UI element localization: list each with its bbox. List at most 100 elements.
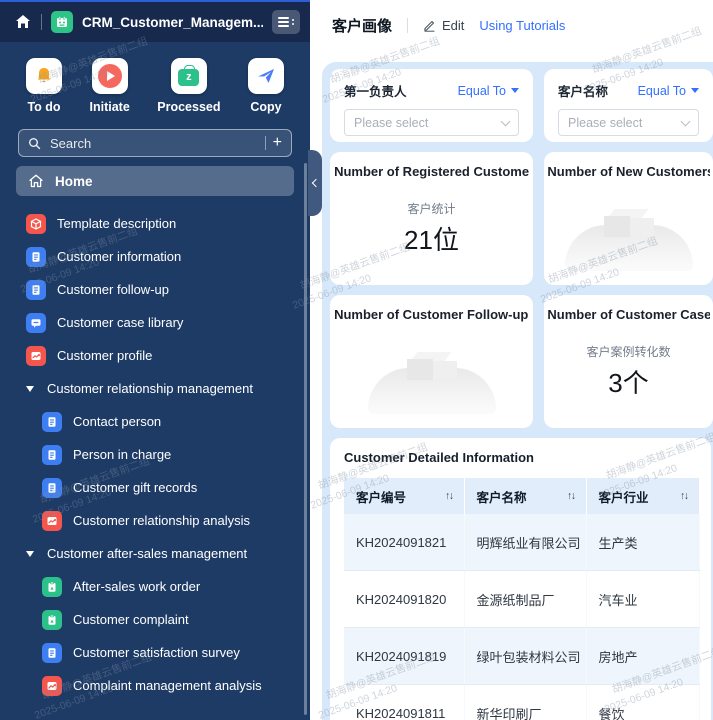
copy-button[interactable]: Copy (248, 58, 284, 114)
trend-chart-icon (26, 346, 46, 366)
cell-customer-industry[interactable]: 餐饮 (586, 685, 699, 720)
select-placeholder: Please select (354, 116, 428, 130)
cell-customer-no[interactable]: KH2024091819 (344, 628, 464, 685)
sidebar-item-customer-complaint[interactable]: Customer complaint (0, 603, 310, 636)
cell-customer-name[interactable]: 明辉纸业有限公司 (464, 514, 586, 571)
filter-card-person-in-charge: 第一负责人 Equal To Please select (330, 69, 533, 142)
stat-title: Number of Customer Follow-ups T (334, 307, 529, 322)
sidebar-item-label: Customer follow-up (57, 282, 169, 297)
sidebar-scrollbar[interactable] (304, 163, 307, 715)
cell-customer-no[interactable]: KH2024091811 (344, 685, 464, 720)
sidebar-item-customer-gift-records[interactable]: Customer gift records (0, 471, 310, 504)
filter-select[interactable]: Please select (558, 109, 699, 136)
processed-button[interactable]: z Processed (157, 58, 220, 114)
sidebar-item-contact-person[interactable]: Contact person (0, 405, 310, 438)
sidebar-item-label: Customer relationship analysis (73, 513, 250, 528)
stat-metric-value: 21位 (404, 220, 459, 257)
todo-button[interactable]: To do (26, 58, 62, 114)
filter-label: 第一负责人 (344, 81, 407, 100)
sidebar-item-customer-information[interactable]: Customer information (0, 240, 310, 273)
table-row[interactable]: KH2024091811 新华印刷厂 餐饮 (344, 685, 699, 720)
sidebar-search (18, 129, 292, 157)
cell-customer-name[interactable]: 金源纸制品厂 (464, 571, 586, 628)
main-content: 客户画像 Edit Using Tutorials 第一负责人 Equal To (310, 0, 713, 720)
app-title: CRM_Customer_Managem... (82, 15, 263, 30)
sidebar: CRM_Customer_Managem... To do Initiate (0, 0, 310, 720)
stat-title: Number of New Customers (547, 164, 709, 179)
document-icon (42, 412, 62, 432)
sidebar-item-customer-follow-up[interactable]: Customer follow-up (0, 273, 310, 306)
cell-customer-industry[interactable]: 房地产 (586, 628, 699, 685)
sort-icon[interactable]: ↑↓ (445, 490, 453, 502)
sidebar-item-customer-profile[interactable]: Customer profile (0, 339, 310, 372)
chevron-left-icon (312, 179, 320, 187)
sidebar-item-after-sales-work-order[interactable]: After-sales work order (0, 570, 310, 603)
sidebar-item-customer-relationship-analysis[interactable]: Customer relationship analysis (0, 504, 310, 537)
sidebar-item-label: Customer profile (57, 348, 152, 363)
sidebar-item-complaint-management-analysis[interactable]: Complaint management analysis (0, 669, 310, 702)
stat-card-new-customers: Number of New Customers (544, 152, 713, 285)
home-icon[interactable] (14, 13, 32, 31)
column-header-customer-no[interactable]: 客户编号↑↓ (344, 478, 464, 514)
hamburger-menu-button[interactable] (272, 10, 300, 34)
cell-customer-name[interactable]: 绿叶包装材料公司 (464, 628, 586, 685)
stat-row-2: Number of Customer Follow-ups T Number o… (330, 295, 713, 428)
cell-customer-no[interactable]: KH2024091821 (344, 514, 464, 571)
content-header: 客户画像 Edit Using Tutorials (310, 0, 713, 36)
cell-customer-no[interactable]: KH2024091820 (344, 571, 464, 628)
sidebar-item-label: Contact person (73, 414, 161, 429)
cell-customer-industry[interactable]: 生产类 (586, 514, 699, 571)
stat-title: Number of Registered Customers (334, 164, 529, 179)
sidebar-group-customer-relationship-management[interactable]: Customer relationship management (0, 372, 310, 405)
edit-button[interactable]: Edit (423, 18, 464, 33)
empty-state-illustration (368, 322, 496, 428)
using-tutorials-link[interactable]: Using Tutorials (479, 18, 565, 33)
initiate-label: Initiate (89, 100, 129, 114)
sort-icon[interactable]: ↑↓ (680, 490, 688, 502)
filter-row: 第一负责人 Equal To Please select 客户名称 (330, 69, 713, 142)
search-input[interactable] (48, 135, 258, 152)
trend-chart-icon (42, 511, 62, 531)
filter-operator-dropdown[interactable]: Equal To (458, 84, 519, 98)
column-header-customer-industry[interactable]: 客户行业↑↓ (586, 478, 699, 514)
bell-icon (26, 58, 62, 94)
sidebar-item-home[interactable]: Home (16, 166, 294, 196)
filter-select[interactable]: Please select (344, 109, 519, 136)
stat-title: Number of Customer Case (547, 307, 709, 322)
sidebar-item-template-description[interactable]: Template description (0, 207, 310, 240)
initiate-button[interactable]: Initiate (89, 58, 129, 114)
sort-icon[interactable]: ↑↓ (567, 490, 575, 502)
app-logo-icon (51, 11, 73, 33)
header-divider (407, 18, 408, 33)
sidebar-item-person-in-charge[interactable]: Person in charge (0, 438, 310, 471)
cell-customer-industry[interactable]: 汽车业 (586, 571, 699, 628)
chat-icon (26, 313, 46, 333)
triangle-down-icon (511, 88, 519, 93)
stat-row-1: Number of Registered Customers 客户统计 21位 … (330, 152, 713, 285)
sidebar-item-label: Complaint management analysis (73, 678, 262, 693)
sidebar-group-customer-after-sales-management[interactable]: Customer after-sales management (0, 537, 310, 570)
table-row[interactable]: KH2024091820 金源纸制品厂 汽车业 (344, 571, 699, 628)
add-button[interactable] (273, 135, 282, 151)
table-row[interactable]: KH2024091821 明辉纸业有限公司 生产类 (344, 514, 699, 571)
home-label: Home (55, 174, 93, 189)
column-header-customer-name[interactable]: 客户名称↑↓ (464, 478, 586, 514)
crm-app-window: CRM_Customer_Managem... To do Initiate (0, 0, 713, 720)
briefcase-icon: z (171, 58, 207, 94)
sidebar-item-label: Person in charge (73, 447, 171, 462)
cell-customer-name[interactable]: 新华印刷厂 (464, 685, 586, 720)
table-row[interactable]: KH2024091819 绿叶包装材料公司 房地产 (344, 628, 699, 685)
sidebar-group-label: Customer relationship management (47, 381, 253, 396)
filter-operator-dropdown[interactable]: Equal To (638, 84, 699, 98)
document-icon (42, 445, 62, 465)
stat-card-registered-customers: Number of Registered Customers 客户统计 21位 (330, 152, 533, 285)
sidebar-menu: Template description Customer informatio… (0, 207, 310, 702)
sidebar-item-customer-satisfaction-survey[interactable]: Customer satisfaction survey (0, 636, 310, 669)
sidebar-collapse-handle[interactable] (308, 150, 322, 216)
operator-label: Equal To (638, 84, 686, 98)
pencil-icon (423, 19, 436, 32)
document-icon (26, 280, 46, 300)
sidebar-item-label: Customer information (57, 249, 181, 264)
sidebar-item-label: Customer satisfaction survey (73, 645, 240, 660)
sidebar-item-customer-case-library[interactable]: Customer case library (0, 306, 310, 339)
